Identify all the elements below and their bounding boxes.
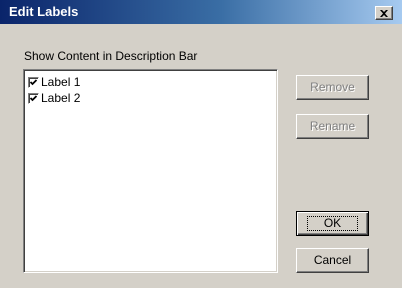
- rename-button[interactable]: Rename: [296, 114, 369, 139]
- ok-button[interactable]: OK: [296, 211, 369, 236]
- label-2-checkbox[interactable]: [28, 92, 39, 104]
- edit-labels-dialog: Edit Labels Show Content in Description …: [0, 0, 402, 288]
- remove-button[interactable]: Remove: [296, 75, 369, 100]
- cancel-button-label: Cancel: [313, 253, 352, 267]
- label-1-checkbox[interactable]: [28, 76, 39, 88]
- list-item-label-2[interactable]: Label 2: [28, 90, 80, 106]
- checkmark-icon: [29, 94, 38, 101]
- ok-button-label: OK: [306, 216, 359, 231]
- labels-list[interactable]: Label 1 Label 2: [23, 69, 278, 273]
- label-1-text: Label 1: [41, 74, 81, 89]
- section-label: Show Content in Description Bar: [24, 49, 198, 63]
- rename-button-label: Rename: [309, 119, 356, 133]
- close-button[interactable]: [375, 6, 393, 20]
- label-2-text: Label 2: [41, 90, 81, 105]
- remove-button-label: Remove: [310, 80, 355, 94]
- window-title: Edit Labels: [9, 4, 79, 19]
- close-icon: [380, 9, 388, 17]
- title-bar: Edit Labels: [0, 0, 402, 24]
- cancel-button[interactable]: Cancel: [296, 248, 369, 273]
- checkmark-icon: [29, 78, 38, 85]
- list-item-label-1[interactable]: Label 1: [28, 74, 80, 90]
